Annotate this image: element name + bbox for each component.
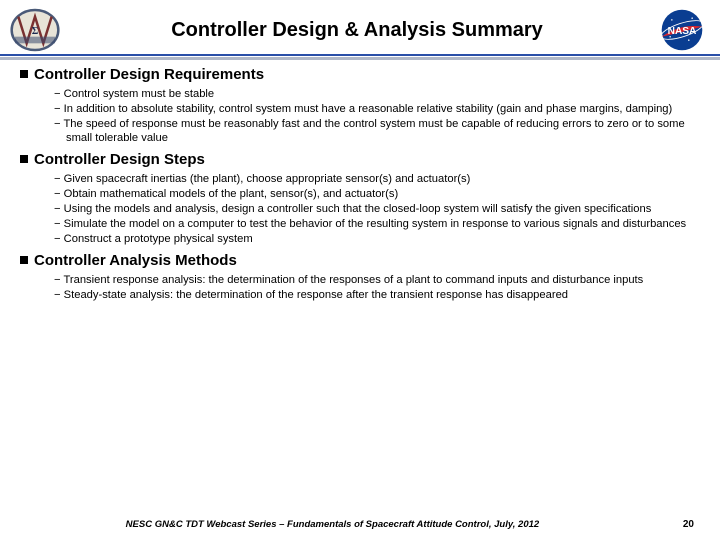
svg-text:Σ: Σ — [32, 26, 39, 37]
square-bullet-icon — [20, 256, 28, 264]
nesc-logo-icon: Σ — [10, 8, 60, 52]
section-list: Given spacecraft inertias (the plant), c… — [54, 172, 700, 246]
list-item: Steady-state analysis: the determination… — [54, 288, 700, 302]
list-item: In addition to absolute stability, contr… — [54, 102, 700, 116]
section-heading-text: Controller Design Requirements — [34, 66, 264, 83]
list-item: Simulate the model on a computer to test… — [54, 217, 700, 231]
list-item: Using the models and analysis, design a … — [54, 202, 700, 216]
slide-header: Σ Controller Design & Analysis Summary N… — [0, 0, 720, 54]
page-number: 20 — [683, 519, 694, 530]
section-heading-text: Controller Design Steps — [34, 151, 205, 168]
square-bullet-icon — [20, 70, 28, 78]
slide-title: Controller Design & Analysis Summary — [60, 19, 654, 42]
slide-footer: NESC GN&C TDT Webcast Series – Fundament… — [0, 519, 720, 530]
section-heading: Controller Analysis Methods — [20, 252, 700, 269]
svg-text:NASA: NASA — [668, 26, 697, 37]
section-heading-text: Controller Analysis Methods — [34, 252, 237, 269]
section-heading: Controller Design Steps — [20, 151, 700, 168]
nasa-logo-icon: NASA — [654, 8, 710, 52]
section-list: Control system must be stable In additio… — [54, 87, 700, 145]
slide-content: Controller Design Requirements Control s… — [0, 66, 720, 302]
list-item: Construct a prototype physical system — [54, 232, 700, 246]
list-item: Control system must be stable — [54, 87, 700, 101]
square-bullet-icon — [20, 155, 28, 163]
list-item: Transient response analysis: the determi… — [54, 273, 700, 287]
section-list: Transient response analysis: the determi… — [54, 273, 700, 302]
list-item: The speed of response must be reasonably… — [54, 117, 700, 145]
list-item: Obtain mathematical models of the plant,… — [54, 187, 700, 201]
header-divider — [0, 54, 720, 60]
footer-text: NESC GN&C TDT Webcast Series – Fundament… — [0, 519, 665, 530]
section-heading: Controller Design Requirements — [20, 66, 700, 83]
list-item: Given spacecraft inertias (the plant), c… — [54, 172, 700, 186]
